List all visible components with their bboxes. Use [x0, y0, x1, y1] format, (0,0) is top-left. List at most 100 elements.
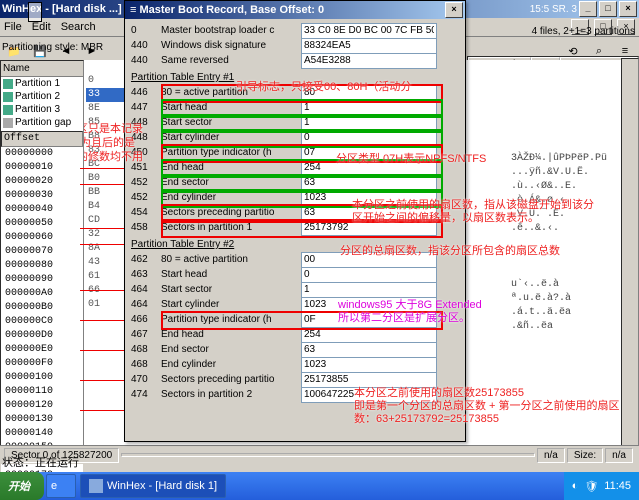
row-label: Sectors in partition 2: [161, 389, 301, 400]
mbr-row: 468 End sector: [131, 342, 459, 357]
row-offset: 466: [131, 314, 161, 325]
row-offset: 464: [131, 284, 161, 295]
partition-icon: [3, 79, 13, 89]
row-offset: 458: [131, 222, 161, 233]
gap-icon: [3, 118, 13, 128]
row-value-input[interactable]: [301, 327, 437, 343]
offset-value: 000000E0: [3, 343, 81, 357]
offset-value: 000000B0: [3, 301, 81, 315]
mbr-row: 464 Start sector: [131, 282, 459, 297]
row-label: Sectors preceding partitio: [161, 374, 301, 385]
menu-search[interactable]: Search: [61, 21, 96, 33]
status-na2: n/a: [605, 448, 633, 463]
tree-item[interactable]: Partition 2: [1, 90, 83, 103]
row-offset: 468: [131, 359, 161, 370]
offset-value: 00000130: [3, 413, 81, 427]
ann-hex-3: 何时后的修数均不用: [84, 148, 143, 164]
row-offset: 446: [131, 87, 161, 98]
row-value-input[interactable]: [301, 267, 437, 283]
tray-icon[interactable]: ◐: [572, 480, 579, 492]
row-label: End head: [161, 162, 301, 173]
mbr-title: Master Boot Record, Base Offset: 0: [139, 4, 324, 16]
row-label: Partition type indicator (h: [161, 314, 301, 325]
mbr-titlebar[interactable]: ≡ Master Boot Record, Base Offset: 0 ×: [125, 1, 465, 19]
row-label: Start head: [161, 269, 301, 280]
status-running: 状态：正在运行: [2, 454, 79, 470]
tray-icon[interactable]: 🛡: [584, 480, 598, 493]
offset-value: 00000110: [3, 385, 81, 399]
close-button[interactable]: ×: [619, 1, 637, 17]
row-value-input[interactable]: [301, 115, 437, 131]
offset-value: 000000C0: [3, 315, 81, 329]
tree-item[interactable]: Partition 1: [1, 77, 83, 90]
mbr-row: 440 Windows disk signature: [131, 38, 459, 53]
row-value-input[interactable]: [301, 130, 437, 146]
mbr-row: 452 End sector: [131, 175, 459, 190]
mbr-row: 447 Start head: [131, 100, 459, 115]
app-title: WinHex - [Hard disk ...]: [2, 3, 122, 15]
row-offset: 463: [131, 269, 161, 280]
mbr-row: 448 Start sector: [131, 115, 459, 130]
task-winhex[interactable]: WinHex - [Hard disk 1]: [80, 474, 226, 498]
mbr-row: 463 Start head: [131, 267, 459, 282]
row-label: Master bootstrap loader c: [161, 25, 301, 36]
ann-win95b: 所以第二分区是扩展分区。: [338, 309, 470, 325]
row-value-input[interactable]: [301, 38, 437, 54]
row-label: Start sector: [161, 284, 301, 295]
tree-header[interactable]: Name: [1, 61, 83, 77]
ann-part-type: 分区类型 07H表示NPFS/NTFS: [336, 150, 486, 166]
scrollbar[interactable]: [621, 58, 639, 446]
row-value-input[interactable]: [301, 100, 437, 116]
winhex-icon: [89, 479, 103, 493]
partition-tree: Name Partition 1 Partition 2 Partition 3…: [0, 60, 84, 446]
mbr-close-button[interactable]: ×: [445, 2, 463, 18]
row-value-input[interactable]: [301, 342, 437, 358]
offset-value: 00000020: [3, 175, 81, 189]
row-label: Start cylinder: [161, 132, 301, 143]
partition-icon: [3, 92, 13, 102]
status-size: Size:: [567, 448, 603, 463]
offset-column: Offset 000000000000001000000020000000300…: [1, 129, 83, 483]
row-offset: 468: [131, 344, 161, 355]
ann-calc3: 数：63+25173792=25173855: [354, 410, 499, 426]
row-offset: 452: [131, 192, 161, 203]
offset-header[interactable]: Offset: [1, 131, 83, 147]
offset-value: 00000100: [3, 371, 81, 385]
row-offset: 467: [131, 329, 161, 340]
row-label: End head: [161, 329, 301, 340]
row-offset: 0: [131, 25, 161, 36]
menu-file[interactable]: File: [4, 21, 22, 33]
row-value-input[interactable]: [301, 53, 437, 69]
minimize-button[interactable]: _: [579, 1, 597, 17]
files-info: 4 files, 2+1=3 partitions: [532, 26, 635, 37]
offset-value: 00000140: [3, 427, 81, 441]
tree-item[interactable]: Partition 3: [1, 103, 83, 116]
offset-value: 00000070: [3, 245, 81, 259]
ann-preceding2: 区开始之间的偏移量，以扇区数表示。: [352, 209, 539, 225]
row-offset: 452: [131, 177, 161, 188]
row-value-input[interactable]: [301, 23, 437, 39]
statusbar: Sector 0 of 125827200 n/a Size: n/a: [0, 445, 639, 464]
clock-top: 15:5 SR. 3: [530, 4, 577, 15]
system-tray[interactable]: ◐ 🛡 11:45: [564, 472, 639, 500]
row-value-input[interactable]: [301, 175, 437, 191]
row-value-input[interactable]: [301, 357, 437, 373]
taskbar: 开始 e WinHex - [Hard disk 1] ◐ 🛡 11:45: [0, 472, 639, 500]
row-label: End cylinder: [161, 359, 301, 370]
mbr-row: 468 End cylinder: [131, 357, 459, 372]
offset-value: 000000D0: [3, 329, 81, 343]
offset-value: 00000060: [3, 231, 81, 245]
partition-style-label: Partitioning style: MBR: [2, 42, 103, 53]
row-label: Partition type indicator (h: [161, 147, 301, 158]
row-label: Start sector: [161, 117, 301, 128]
row-offset: 440: [131, 55, 161, 66]
start-button[interactable]: 开始: [0, 472, 44, 500]
menu-edit[interactable]: Edit: [32, 21, 51, 33]
tree-item[interactable]: Partition gap: [1, 116, 83, 129]
offset-value: 00000050: [3, 217, 81, 231]
status-na: n/a: [537, 448, 565, 463]
partition-icon: [3, 105, 13, 115]
offset-value: 00000080: [3, 259, 81, 273]
quicklaunch-ie-icon[interactable]: e: [46, 474, 76, 498]
maximize-button[interactable]: □: [599, 1, 617, 17]
